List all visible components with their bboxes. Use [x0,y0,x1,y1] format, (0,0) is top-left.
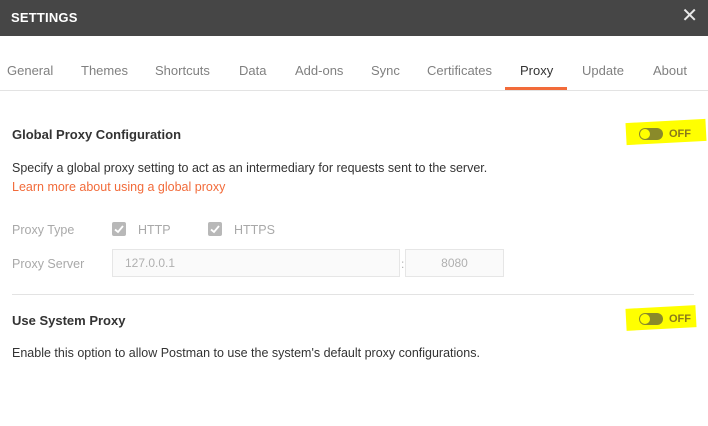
active-tab-indicator [505,87,567,90]
http-label: HTTP [138,223,171,237]
proxy-type-label: Proxy Type [12,223,75,237]
tab-themes[interactable]: Themes [81,63,128,78]
tab-shortcuts[interactable]: Shortcuts [155,63,210,78]
proxy-server-input[interactable] [112,249,400,277]
system-proxy-toggle[interactable] [639,313,663,325]
learn-more-link[interactable]: Learn more about using a global proxy [12,180,225,194]
checkmark-icon [114,225,124,234]
global-proxy-toggle-label: OFF [669,128,691,140]
tab-certificates[interactable]: Certificates [427,63,492,78]
toggle-knob [640,129,650,139]
system-proxy-toggle-label: OFF [669,313,691,325]
checkmark-icon [210,225,220,234]
http-checkbox[interactable] [112,222,126,236]
tab-update[interactable]: Update [582,63,624,78]
tab-data[interactable]: Data [239,63,266,78]
port-separator: : [401,257,405,271]
global-proxy-title: Global Proxy Configuration [12,127,182,142]
system-proxy-title: Use System Proxy [12,313,126,328]
tab-general[interactable]: General [7,63,53,78]
toggle-highlight [625,118,707,146]
title-bar: SETTINGS ✕ [0,0,708,36]
tab-add-ons[interactable]: Add-ons [295,63,343,78]
proxy-server-label: Proxy Server [12,257,85,271]
global-proxy-toggle[interactable] [639,128,663,140]
https-label: HTTPS [234,223,275,237]
section-divider [12,294,694,295]
https-checkbox[interactable] [208,222,222,236]
tab-sync[interactable]: Sync [371,63,400,78]
window-title: SETTINGS [11,10,78,25]
system-proxy-description: Enable this option to allow Postman to u… [12,346,480,360]
tab-proxy[interactable]: Proxy [520,63,553,78]
close-icon[interactable]: ✕ [681,6,698,26]
toggle-knob [640,314,650,324]
tab-about[interactable]: About [653,63,687,78]
proxy-port-input[interactable] [405,249,504,277]
settings-tabs: General Themes Shortcuts Data Add-ons Sy… [0,36,708,91]
global-proxy-description: Specify a global proxy setting to act as… [12,161,488,175]
